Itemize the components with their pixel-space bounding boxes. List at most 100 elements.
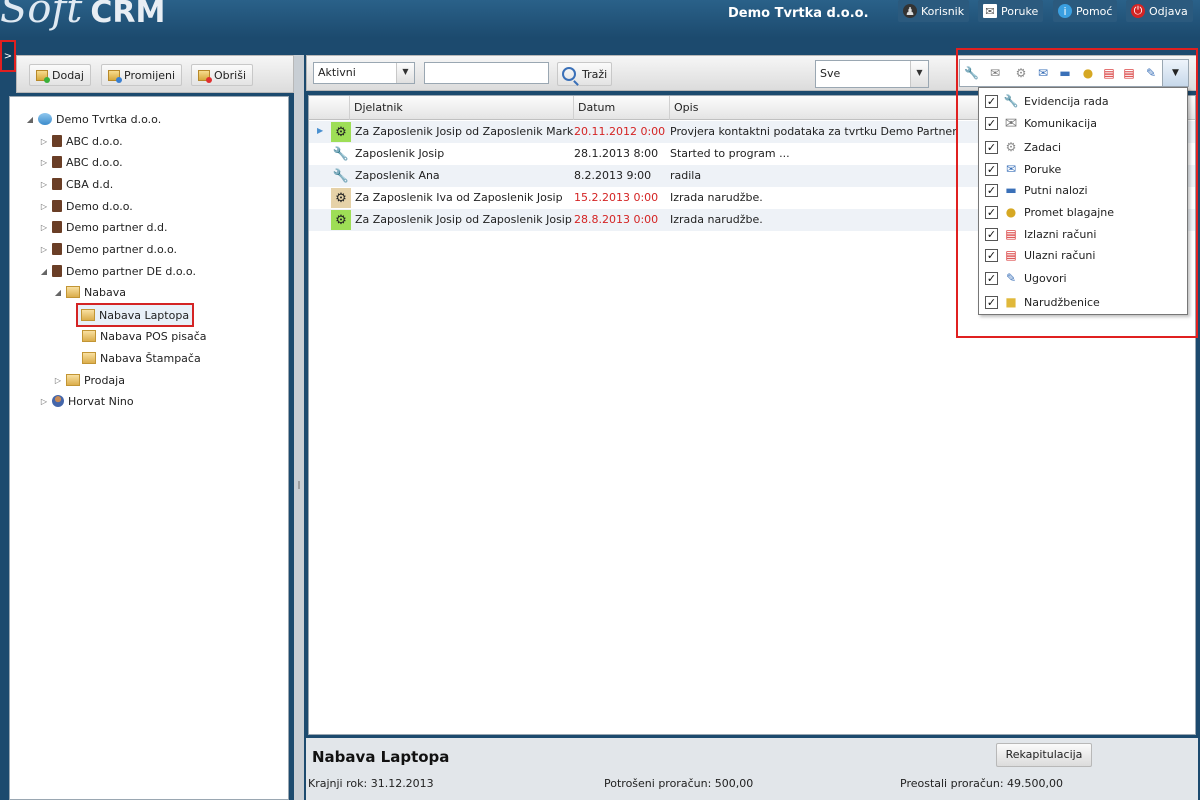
help-button[interactable]: i Pomoć bbox=[1053, 0, 1118, 22]
collapsed-arrow-icon[interactable]: ▷ bbox=[54, 376, 62, 385]
user-icon: ♟ bbox=[903, 4, 917, 18]
cell-employee: Zaposlenik Ana bbox=[355, 169, 440, 182]
edit-button[interactable]: Promijeni bbox=[101, 64, 183, 86]
tree-node-demo-partner-de[interactable]: ◢ Demo partner DE d.o.o. bbox=[40, 262, 196, 280]
tree-node-nabava-pos[interactable]: Nabava POS pisača bbox=[82, 327, 207, 345]
tree-node-horvat-nino[interactable]: ▷ Horvat Nino bbox=[40, 392, 134, 410]
search-input[interactable] bbox=[424, 62, 549, 84]
expanded-arrow-icon[interactable]: ◢ bbox=[26, 115, 34, 124]
spent-budget-text: Potrošeni proračun: 500,00 bbox=[604, 777, 754, 790]
gear-icon: ⚙ bbox=[331, 122, 351, 142]
partner-icon bbox=[52, 243, 62, 255]
power-icon: ⏻ bbox=[1131, 4, 1145, 18]
tree-node-label: Nabava POS pisača bbox=[100, 329, 207, 343]
search-button[interactable]: Traži bbox=[557, 62, 613, 86]
cell-date: 20.11.2012 0:00 bbox=[574, 125, 666, 138]
company-name: Demo Tvrtka d.o.o. bbox=[728, 6, 869, 21]
collapsed-arrow-icon[interactable]: ▷ bbox=[40, 397, 48, 406]
collapsed-arrow-icon[interactable]: ▷ bbox=[40, 223, 48, 232]
chevron-down-icon[interactable]: ▼ bbox=[396, 63, 414, 83]
tree-node-cba[interactable]: ▷ CBA d.d. bbox=[40, 175, 113, 193]
person-icon bbox=[52, 395, 64, 407]
cell-date: 28.1.2013 8:00 bbox=[574, 147, 659, 160]
collapsed-arrow-icon[interactable]: ▷ bbox=[40, 245, 48, 254]
tree-node-label: Demo partner d.d. bbox=[66, 220, 168, 234]
tree-node-label: Demo partner d.o.o. bbox=[66, 242, 178, 256]
tree-root[interactable]: ◢ Demo Tvrtka d.o.o. bbox=[26, 110, 161, 128]
partner-icon bbox=[52, 156, 62, 168]
tree-node-label: ABC d.o.o. bbox=[66, 155, 123, 169]
project-title: Nabava Laptopa bbox=[312, 748, 450, 766]
tree-node-label: Demo d.o.o. bbox=[66, 199, 133, 213]
cell-date: 8.2.2013 9:00 bbox=[574, 169, 652, 182]
partner-icon bbox=[52, 178, 62, 190]
user-button-label: Korisnik bbox=[921, 4, 965, 18]
add-button-label: Dodaj bbox=[52, 68, 84, 82]
add-box-icon bbox=[36, 69, 50, 83]
remaining-budget-text: Preostali proračun: 49.500,00 bbox=[900, 777, 1064, 790]
partner-icon bbox=[52, 135, 62, 147]
tree-node-nabava-stampaca[interactable]: Nabava Štampača bbox=[82, 349, 201, 367]
cell-description: Provjera kontaktni podataka za tvrtku De… bbox=[670, 125, 960, 138]
project-box-icon bbox=[81, 309, 95, 321]
cell-employee: Zaposlenik Josip bbox=[355, 147, 445, 160]
tree-node-abc-2[interactable]: ▷ ABC d.o.o. bbox=[40, 153, 123, 171]
tree-toolbar: Dodaj Promijeni Obriši bbox=[16, 55, 294, 93]
edit-button-label: Promijeni bbox=[124, 68, 176, 82]
collapse-panel-button[interactable]: > bbox=[0, 40, 16, 72]
expanded-arrow-icon[interactable]: ◢ bbox=[54, 288, 62, 297]
cell-date: 15.2.2013 0:00 bbox=[574, 191, 659, 204]
tree-node-prodaja[interactable]: ▷ Prodaja bbox=[54, 371, 125, 389]
logout-button[interactable]: ⏻ Odjava bbox=[1126, 0, 1193, 22]
column-header-employee[interactable]: Djelatnik bbox=[349, 96, 573, 120]
tree-node-nabava-laptopa[interactable]: Nabava Laptopa bbox=[76, 303, 195, 327]
add-button[interactable]: Dodaj bbox=[29, 64, 91, 86]
collapsed-arrow-icon[interactable]: ▷ bbox=[40, 158, 48, 167]
partner-icon bbox=[52, 200, 62, 212]
company-icon bbox=[38, 113, 52, 125]
app-logo: Soft CRM bbox=[0, 0, 165, 32]
gear-icon: ⚙ bbox=[331, 210, 351, 230]
user-button[interactable]: ♟ Korisnik bbox=[898, 0, 970, 22]
wrench-icon: 🔧 bbox=[332, 146, 350, 162]
cell-description: Izrada narudžbe. bbox=[670, 191, 763, 204]
help-button-label: Pomoć bbox=[1076, 4, 1113, 18]
tree-node-label: CBA d.d. bbox=[66, 177, 114, 191]
expanded-arrow-icon[interactable]: ◢ bbox=[40, 267, 48, 276]
delete-button[interactable]: Obriši bbox=[191, 64, 254, 86]
cell-description: Started to program ... bbox=[670, 147, 790, 160]
chevron-down-icon[interactable]: ▼ bbox=[910, 61, 928, 87]
tree-node-label: ABC d.o.o. bbox=[66, 134, 123, 148]
logo-soft: Soft bbox=[0, 0, 83, 32]
app-header: Soft CRM Demo Tvrtka d.o.o. ♟ Korisnik ✉ … bbox=[0, 0, 1200, 38]
tree-node-label: Nabava bbox=[84, 285, 126, 299]
messages-button[interactable]: ✉ Poruke bbox=[978, 0, 1044, 22]
tree-node-demo[interactable]: ▷ Demo d.o.o. bbox=[40, 197, 133, 215]
panel-splitter[interactable]: ‖ bbox=[294, 55, 304, 800]
tree-node-label: Demo partner DE d.o.o. bbox=[66, 264, 196, 278]
type-select[interactable]: Sve ▼ bbox=[815, 60, 929, 88]
collapsed-arrow-icon[interactable]: ▷ bbox=[40, 202, 48, 211]
project-box-icon bbox=[82, 330, 96, 342]
edit-box-icon bbox=[108, 69, 122, 83]
row-pointer-icon: ▶ bbox=[317, 126, 324, 135]
project-box-icon bbox=[66, 286, 80, 298]
tree-node-abc-1[interactable]: ▷ ABC d.o.o. bbox=[40, 132, 123, 150]
tree-node-nabava[interactable]: ◢ Nabava bbox=[54, 283, 126, 301]
collapsed-arrow-icon[interactable]: ▷ bbox=[40, 180, 48, 189]
column-header-date[interactable]: Datum bbox=[573, 96, 669, 120]
collapsed-arrow-icon[interactable]: ▷ bbox=[40, 137, 48, 146]
info-icon: i bbox=[1058, 4, 1072, 18]
cell-description: Izrada narudžbe. bbox=[670, 213, 763, 226]
cell-date: 28.8.2013 0:00 bbox=[574, 213, 659, 226]
cell-employee: Za Zaposlenik Josip od Zaposlenik Josip bbox=[355, 213, 572, 226]
tree-node-demo-partner-dd[interactable]: ▷ Demo partner d.d. bbox=[40, 218, 168, 236]
tree-node-demo-partner-doo[interactable]: ▷ Demo partner d.o.o. bbox=[40, 240, 177, 258]
delete-box-icon bbox=[198, 69, 212, 83]
search-icon bbox=[562, 67, 576, 81]
messages-button-label: Poruke bbox=[1001, 4, 1039, 18]
splitter-grip-icon[interactable]: ‖ bbox=[297, 480, 301, 492]
recap-button[interactable]: Rekapitulacija bbox=[996, 743, 1092, 767]
status-select[interactable]: Aktivni ▼ bbox=[313, 62, 415, 84]
highlight-frame bbox=[956, 48, 1198, 338]
